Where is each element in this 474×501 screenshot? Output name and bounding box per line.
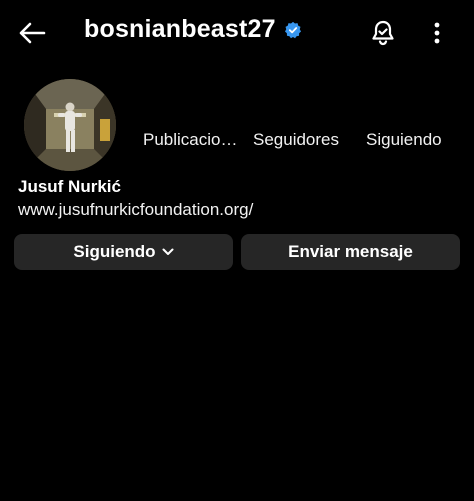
- username-title: bosnianbeast27: [84, 15, 276, 43]
- send-message-label: Enviar mensaje: [288, 242, 413, 261]
- more-options-button[interactable]: [424, 18, 450, 48]
- bell-icon: [372, 20, 394, 46]
- more-vertical-icon: [434, 22, 440, 44]
- stat-posts-label[interactable]: Publicacio…: [143, 130, 240, 150]
- following-button-label: Siguiendo: [73, 242, 156, 261]
- profile-website-link[interactable]: www.jusufnurkicfoundation.org/: [18, 200, 253, 220]
- following-dropdown-button[interactable]: Siguiendo: [14, 234, 233, 270]
- stat-following-label[interactable]: Siguiendo: [366, 130, 442, 150]
- send-message-button[interactable]: Enviar mensaje: [241, 234, 460, 270]
- notifications-button[interactable]: [368, 18, 398, 48]
- stat-followers-label[interactable]: Seguidores: [253, 130, 339, 150]
- top-app-bar: bosnianbeast27: [0, 0, 474, 64]
- arrow-left-icon: [19, 22, 46, 44]
- profile-full-name: Jusuf Nurkić: [18, 177, 121, 196]
- back-button[interactable]: [14, 18, 50, 48]
- profile-avatar[interactable]: [24, 79, 116, 171]
- avatar-photo: [24, 79, 116, 171]
- profile-header-title: bosnianbeast27: [84, 15, 302, 44]
- chevron-down-icon: [162, 248, 174, 256]
- verified-badge-icon: [284, 21, 302, 39]
